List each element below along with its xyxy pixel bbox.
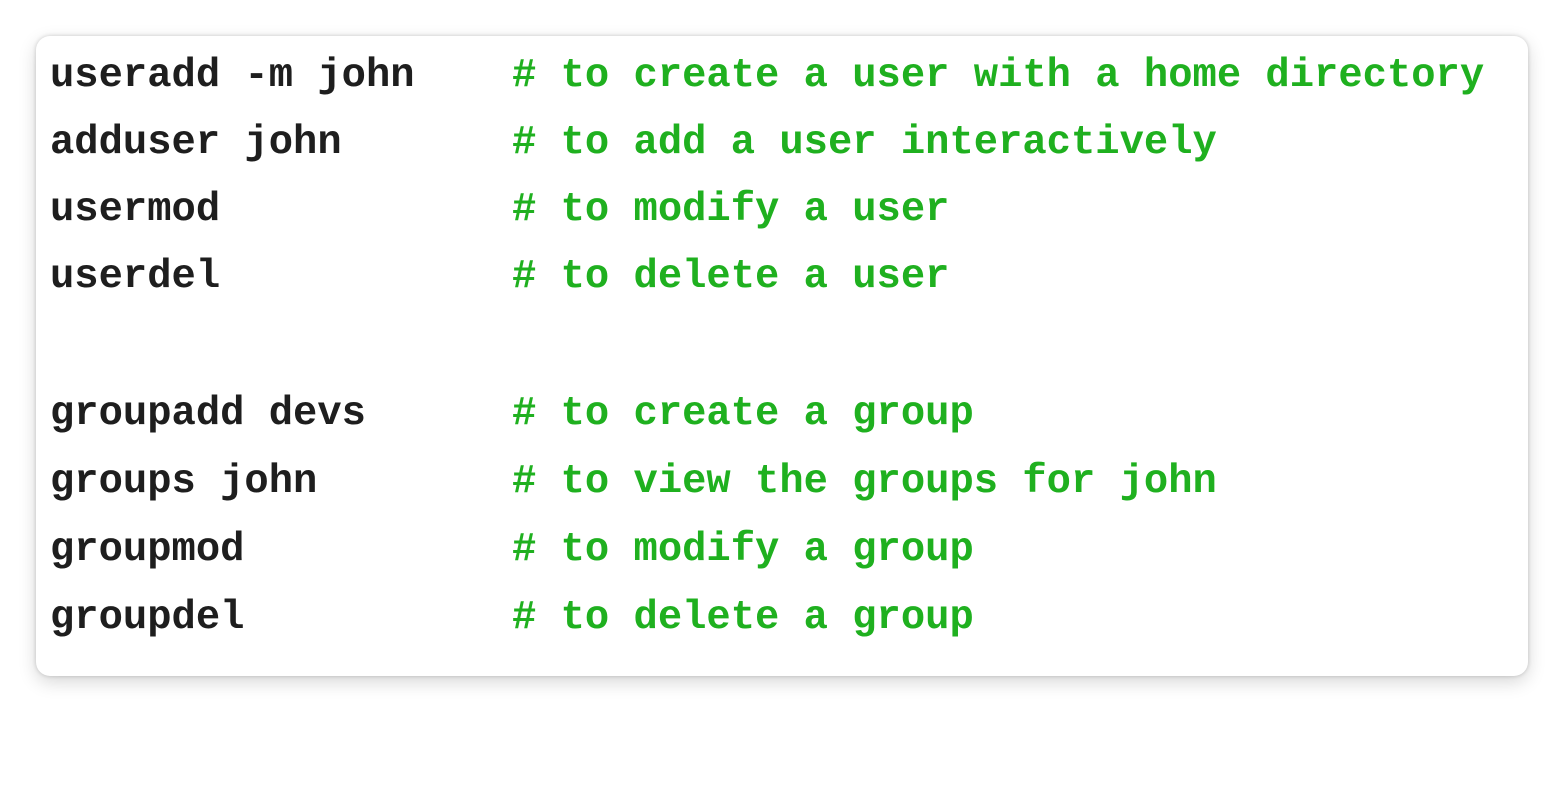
comment-text: # to view the groups for john <box>512 459 1217 505</box>
code-line: adduser john # to add a user interactive… <box>50 117 1520 169</box>
command-text: usermod <box>50 187 221 233</box>
code-line: groups john # to view the groups for joh… <box>50 456 1520 508</box>
code-snippet-card: useradd -m john # to create a user with … <box>36 36 1528 676</box>
comment-text: # to add a user interactively <box>512 120 1217 166</box>
comment-text: # to delete a group <box>512 595 974 641</box>
command-text: groups john <box>50 459 318 505</box>
command-text: groupmod <box>50 527 245 573</box>
command-text: groupadd devs <box>50 391 366 437</box>
comment-text: # to modify a user <box>512 187 950 233</box>
comment-text: # to create a group <box>512 391 974 437</box>
comment-text: # to modify a group <box>512 527 974 573</box>
command-text: groupdel <box>50 595 245 641</box>
code-line: userdel # to delete a user <box>50 251 1520 303</box>
comment-text: # to delete a user <box>512 254 950 300</box>
code-line: groupmod # to modify a group <box>50 524 1520 576</box>
command-text: userdel <box>50 254 221 300</box>
code-line: groupadd devs # to create a group <box>50 388 1520 440</box>
code-line: usermod # to modify a user <box>50 184 1520 236</box>
command-text: adduser john <box>50 120 342 166</box>
comment-text: # to create a user with a home directory <box>512 53 1485 99</box>
code-line: groupdel # to delete a group <box>50 592 1520 644</box>
code-line: useradd -m john # to create a user with … <box>50 50 1520 102</box>
command-text: useradd -m john <box>50 53 415 99</box>
